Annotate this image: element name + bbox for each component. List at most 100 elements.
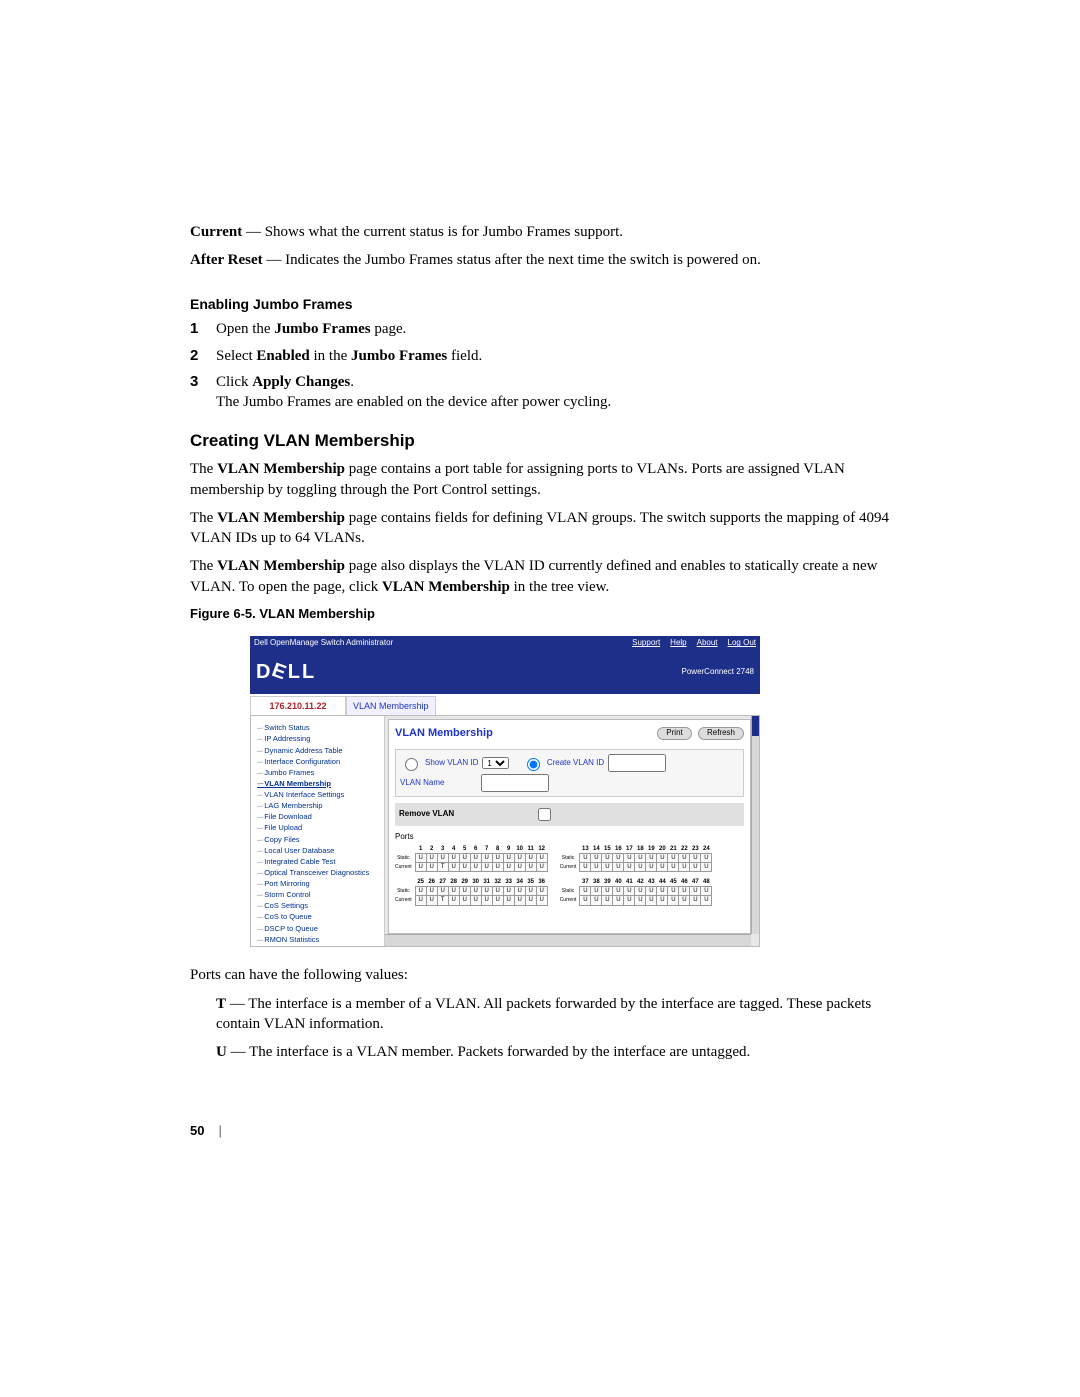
port-cell[interactable]: U [668, 887, 679, 896]
tree-item[interactable]: Dynamic Address Table [257, 746, 382, 756]
port-cell[interactable]: U [602, 854, 613, 863]
create-vlan-radio[interactable] [527, 758, 540, 771]
vlan-name-input[interactable] [481, 774, 549, 792]
port-cell[interactable]: U [481, 887, 492, 896]
port-cell[interactable]: U [646, 854, 657, 863]
port-cell[interactable]: U [580, 854, 591, 863]
port-cell[interactable]: U [690, 854, 701, 863]
tree-item[interactable]: Local User Database [257, 846, 382, 856]
port-cell[interactable]: U [646, 896, 657, 905]
tree-item[interactable]: DSCP to Queue [257, 924, 382, 934]
port-cell[interactable]: U [646, 863, 657, 872]
port-cell[interactable]: U [492, 863, 503, 872]
port-cell[interactable]: U [492, 887, 503, 896]
port-cell[interactable]: U [613, 887, 624, 896]
port-cell[interactable]: U [701, 854, 712, 863]
port-cell[interactable]: U [613, 896, 624, 905]
tab-vlan-membership[interactable]: VLAN Membership [346, 696, 436, 715]
port-cell[interactable]: U [580, 896, 591, 905]
port-cell[interactable]: U [646, 887, 657, 896]
tree-item[interactable]: File Download [257, 812, 382, 822]
port-cell[interactable]: U [635, 896, 646, 905]
tree-item[interactable]: Port Mirroring [257, 879, 382, 889]
tree-item[interactable]: File Upload [257, 823, 382, 833]
port-cell[interactable]: U [426, 854, 437, 863]
port-cell[interactable]: U [514, 863, 525, 872]
port-cell[interactable]: U [701, 896, 712, 905]
tree-item[interactable]: IP Addressing [257, 734, 382, 744]
port-cell[interactable]: U [580, 863, 591, 872]
port-cell[interactable]: U [591, 854, 602, 863]
tree-item[interactable]: LAG Membership [257, 801, 382, 811]
tree-item[interactable]: RMON Statistics [257, 935, 382, 945]
port-cell[interactable]: U [635, 854, 646, 863]
tree-item[interactable]: Jumbo Frames [257, 768, 382, 778]
port-cell[interactable]: U [591, 887, 602, 896]
port-cell[interactable]: U [591, 896, 602, 905]
port-cell[interactable]: U [470, 863, 481, 872]
port-cell[interactable]: U [437, 854, 448, 863]
port-cell[interactable]: U [657, 896, 668, 905]
port-cell[interactable]: U [470, 854, 481, 863]
port-cell[interactable]: T [437, 896, 448, 905]
port-cell[interactable]: U [624, 896, 635, 905]
port-cell[interactable]: U [448, 896, 459, 905]
port-cell[interactable]: U [679, 896, 690, 905]
port-cell[interactable]: U [437, 887, 448, 896]
toplink-help[interactable]: Help [670, 638, 686, 647]
port-cell[interactable]: U [415, 863, 426, 872]
port-cell[interactable]: U [492, 896, 503, 905]
port-cell[interactable]: U [481, 854, 492, 863]
port-cell[interactable]: U [481, 896, 492, 905]
port-cell[interactable]: U [459, 863, 470, 872]
tree-item[interactable]: CoS Settings [257, 901, 382, 911]
port-cell[interactable]: U [503, 854, 514, 863]
port-cell[interactable]: U [470, 887, 481, 896]
port-cell[interactable]: U [426, 896, 437, 905]
port-cell[interactable]: U [525, 854, 536, 863]
port-cell[interactable]: U [701, 863, 712, 872]
toplink-log-out[interactable]: Log Out [728, 638, 756, 647]
port-cell[interactable]: U [514, 854, 525, 863]
port-cell[interactable]: U [679, 854, 690, 863]
port-cell[interactable]: U [525, 896, 536, 905]
remove-vlan-checkbox[interactable] [538, 808, 551, 821]
port-cell[interactable]: U [668, 863, 679, 872]
tree-item[interactable]: VLAN Membership [257, 779, 382, 789]
port-cell[interactable]: U [525, 863, 536, 872]
tree-item[interactable]: CoS to Queue [257, 912, 382, 922]
tree-item[interactable]: Reset [257, 946, 382, 947]
create-vlan-input[interactable] [608, 754, 666, 772]
tree-item[interactable]: Integrated Cable Test [257, 857, 382, 867]
port-cell[interactable]: U [536, 896, 547, 905]
port-cell[interactable]: U [679, 863, 690, 872]
refresh-button[interactable]: Refresh [698, 727, 744, 740]
port-cell[interactable]: U [514, 896, 525, 905]
port-cell[interactable]: U [448, 863, 459, 872]
port-cell[interactable]: U [679, 887, 690, 896]
port-cell[interactable]: U [690, 887, 701, 896]
port-cell[interactable]: U [536, 887, 547, 896]
port-cell[interactable]: U [657, 887, 668, 896]
port-cell[interactable]: U [415, 887, 426, 896]
tree-item[interactable]: Optical Transceiver Diagnostics [257, 868, 382, 878]
show-vlan-select[interactable]: 1 [482, 757, 509, 769]
horizontal-scrollbar[interactable] [385, 934, 751, 946]
port-cell[interactable]: U [514, 887, 525, 896]
port-cell[interactable]: U [503, 896, 514, 905]
port-cell[interactable]: U [624, 863, 635, 872]
port-cell[interactable]: U [701, 887, 712, 896]
port-cell[interactable]: U [415, 854, 426, 863]
tree-item[interactable]: Storm Control [257, 890, 382, 900]
tree-item[interactable]: VLAN Interface Settings [257, 790, 382, 800]
port-cell[interactable]: U [470, 896, 481, 905]
port-cell[interactable]: U [525, 887, 536, 896]
port-cell[interactable]: U [668, 854, 679, 863]
show-vlan-radio[interactable] [405, 758, 418, 771]
port-cell[interactable]: U [536, 854, 547, 863]
print-button[interactable]: Print [657, 727, 691, 740]
port-cell[interactable]: U [690, 863, 701, 872]
port-cell[interactable]: U [426, 863, 437, 872]
port-cell[interactable]: U [448, 854, 459, 863]
port-cell[interactable]: U [635, 887, 646, 896]
